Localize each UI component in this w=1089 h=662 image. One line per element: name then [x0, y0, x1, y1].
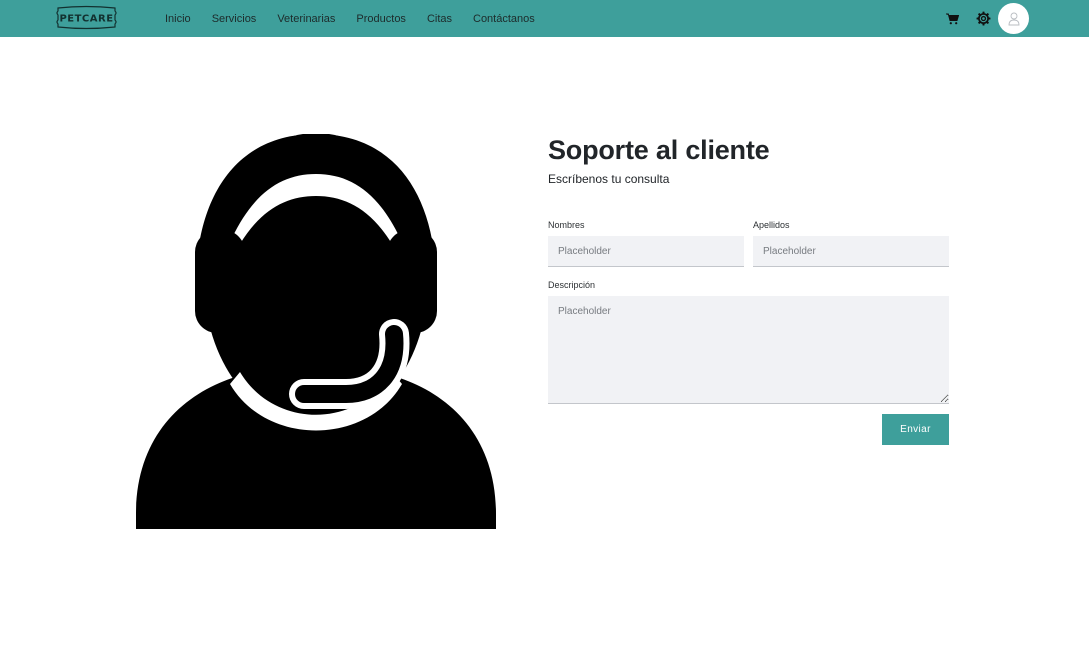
nav-link-servicios[interactable]: Servicios [212, 13, 257, 25]
page-title: Soporte al cliente [548, 135, 770, 165]
petcare-logo[interactable]: PETCARE [55, 5, 118, 30]
last-name-input[interactable] [753, 236, 949, 267]
first-name-label: Nombres [548, 220, 585, 230]
main-nav: Inicio Servicios Veterinarias Productos … [165, 0, 556, 37]
cart-icon[interactable] [944, 11, 960, 27]
customer-support-headset-icon [136, 133, 496, 529]
nav-link-contactanos[interactable]: Contáctanos [473, 13, 535, 25]
page-subtitle: Escríbenos tu consulta [548, 172, 670, 186]
description-label: Descripción [548, 280, 596, 290]
description-field-group: Descripción [548, 280, 949, 409]
last-name-field-group: Apellidos [753, 220, 949, 267]
user-avatar[interactable] [998, 3, 1029, 34]
nav-link-productos[interactable]: Productos [356, 13, 406, 25]
support-form-section: Soporte al cliente Escríbenos tu consult… [548, 135, 949, 445]
first-name-field-group: Nombres [548, 220, 744, 267]
gear-icon[interactable] [975, 11, 991, 27]
navbar-actions [944, 3, 1029, 34]
name-fields-row: Nombres Apellidos [548, 220, 949, 268]
top-navbar: PETCARE Inicio Servicios Veterinarias Pr… [0, 0, 1089, 37]
first-name-input[interactable] [548, 236, 744, 267]
nav-link-veterinarias[interactable]: Veterinarias [277, 13, 335, 25]
description-textarea[interactable] [548, 296, 949, 404]
submit-button[interactable]: Enviar [882, 414, 949, 445]
last-name-label: Apellidos [753, 220, 790, 230]
nav-link-inicio[interactable]: Inicio [165, 13, 191, 25]
logo-text: PETCARE [59, 14, 113, 25]
user-icon [1008, 12, 1019, 25]
nav-link-citas[interactable]: Citas [427, 13, 452, 25]
